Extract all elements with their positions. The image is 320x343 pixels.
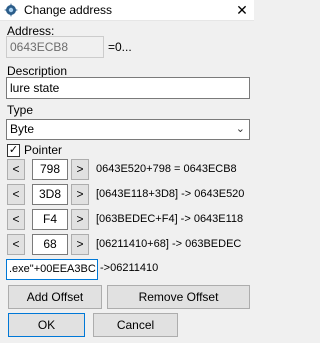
chevron-down-icon: ⌄: [235, 123, 245, 135]
offset-result: 0643E520+798 = 0643ECB8: [96, 163, 237, 175]
offset-decrement-button[interactable]: <: [7, 159, 25, 180]
remove-offset-button[interactable]: Remove Offset: [107, 285, 250, 309]
cheat-engine-icon: [4, 3, 18, 17]
offset-decrement-button[interactable]: <: [7, 209, 25, 230]
offset-input[interactable]: 798: [32, 159, 68, 180]
type-selected-value: Byte: [10, 122, 35, 136]
offset-increment-button[interactable]: >: [71, 159, 89, 180]
offset-increment-button[interactable]: >: [71, 234, 89, 255]
offset-decrement-button[interactable]: <: [7, 184, 25, 205]
description-input[interactable]: lure state: [6, 77, 250, 99]
offset-increment-button[interactable]: >: [71, 184, 89, 205]
add-offset-button[interactable]: Add Offset: [8, 285, 102, 309]
title-bar: Change address ✕: [0, 0, 254, 21]
checkmark-icon: ✓: [8, 144, 19, 156]
offset-input[interactable]: 3D8: [32, 184, 68, 205]
window-title: Change address: [24, 3, 113, 17]
type-label: Type: [7, 103, 34, 117]
type-select[interactable]: Byte ⌄: [6, 119, 250, 140]
description-label: Description: [7, 64, 68, 78]
pointer-checkbox[interactable]: ✓: [7, 144, 20, 157]
pointer-label: Pointer: [24, 143, 63, 157]
offset-decrement-button[interactable]: <: [7, 234, 25, 255]
offset-increment-button[interactable]: >: [71, 209, 89, 230]
offset-input[interactable]: F4: [32, 209, 68, 230]
address-field: 0643ECB8: [6, 36, 104, 58]
ok-button[interactable]: OK: [8, 313, 85, 337]
address-suffix: =0...: [108, 40, 132, 54]
offset-result: [06211410+68] -> 063BEDEC: [96, 238, 242, 250]
offset-input[interactable]: 68: [32, 234, 68, 255]
close-icon[interactable]: ✕: [230, 0, 254, 21]
cancel-button[interactable]: Cancel: [93, 313, 178, 337]
base-address-input[interactable]: .exe"+00EEA3BC: [6, 259, 98, 280]
offset-result: [0643E118+3D8] -> 0643E520: [96, 188, 245, 200]
base-address-result: ->06211410: [100, 262, 159, 274]
offset-result: [063BEDEC+F4] -> 0643E118: [96, 213, 244, 225]
